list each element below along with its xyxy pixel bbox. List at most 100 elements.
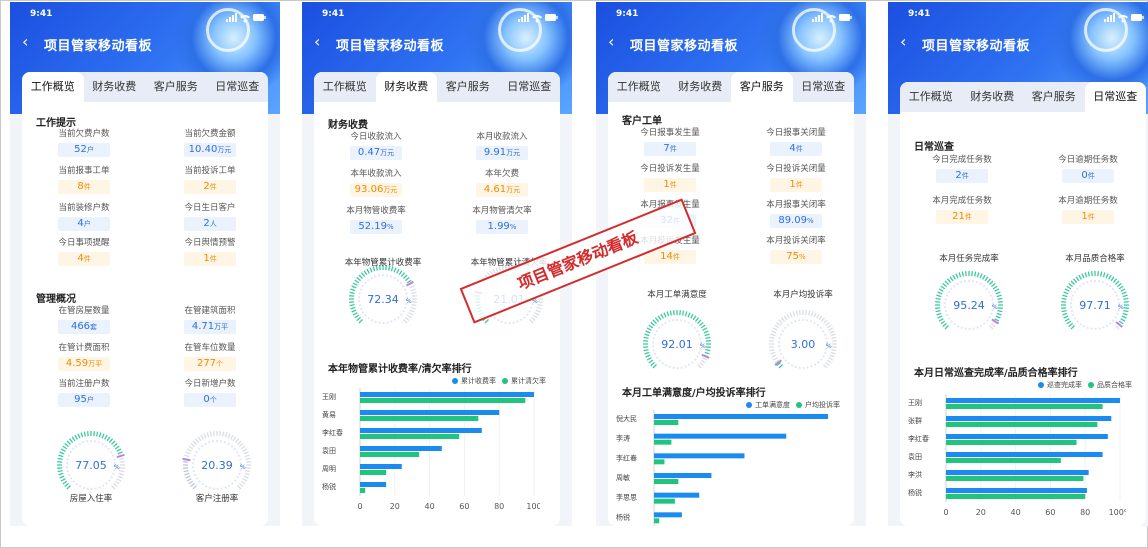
metric-item[interactable]: 今日完成任务数 2件 [910, 154, 1014, 183]
phone-screen-3: 9:41 ‹ 项目管家移动看板 工作概览 财务收费 客户服务 日常巡查 客户工单 今日报事发生量… [596, 2, 866, 526]
gauge-tick [705, 349, 711, 352]
metric-item[interactable]: 当前欠费户数 52户 [32, 128, 136, 157]
gauge-tick [660, 313, 664, 319]
back-arrow-icon[interactable]: ‹ [314, 34, 320, 50]
gauge-tick [704, 333, 710, 337]
gauge-tick [643, 336, 649, 339]
metric-item[interactable]: 本月完成任务数 21件 [910, 195, 1014, 224]
gauge-tick [114, 480, 120, 485]
metric-number: 9.91 [483, 147, 507, 158]
gauge: 20.39% [180, 428, 254, 502]
metric-value: 2件 [936, 169, 988, 183]
gauge-tick [938, 288, 944, 292]
metric-item[interactable]: 本月投诉关闭率 75% [744, 235, 848, 264]
gauge-tick [830, 351, 836, 355]
back-arrow-icon[interactable]: ‹ [900, 34, 906, 50]
metric-item[interactable]: 今日报事发生量 7件 [618, 127, 722, 156]
gauge-tick [1112, 278, 1118, 283]
metric-item[interactable]: 在管车位数量 277个 [158, 342, 262, 371]
gauge-tick [190, 482, 195, 488]
metric-value: 4户 [58, 217, 110, 231]
metric-unit: 件 [964, 213, 972, 221]
gauge-tick [83, 431, 86, 437]
back-arrow-icon[interactable]: ‹ [608, 34, 614, 50]
metric-item[interactable]: 在管计费面积 4.59万平 [32, 342, 136, 371]
back-arrow-icon[interactable]: ‹ [22, 34, 28, 50]
metric-item[interactable]: 当前装修户数 4户 [32, 202, 136, 231]
gauge-tick [349, 291, 355, 294]
tab-2[interactable]: 财务收费 [375, 72, 437, 102]
bar-series1 [946, 416, 1112, 421]
tab-1[interactable]: 工作概览 [900, 82, 962, 112]
metric-item[interactable]: 当前欠费金额 10.40万元 [158, 128, 262, 157]
gauge-tick [104, 434, 108, 440]
metric-label: 今日报事发生量 [640, 128, 700, 138]
metric-item[interactable]: 今日新增户数 0个 [158, 378, 262, 407]
metric-item[interactable]: 今日逾期任务数 0件 [1036, 154, 1140, 183]
gauge-tick [772, 357, 778, 361]
metric-number: 95 [74, 394, 87, 405]
metric-unit: 万元 [217, 146, 232, 154]
gauge-tick [937, 315, 943, 319]
gauge-tick [648, 359, 654, 364]
tab-4[interactable]: 日常巡查 [793, 72, 855, 102]
gauge-tick [938, 318, 944, 322]
metric-item[interactable]: 今日事项提醒 4件 [32, 237, 136, 266]
metric-item[interactable]: 在管房屋数量 466套 [32, 305, 136, 334]
metric-item[interactable]: 本年欠费 4.61万元 [450, 168, 554, 197]
tab-4[interactable]: 日常巡查 [499, 72, 561, 102]
metric-label: 今日舆情预警 [184, 238, 236, 248]
tab-2[interactable]: 财务收费 [670, 72, 732, 102]
tab-4[interactable]: 日常巡查 [1084, 82, 1146, 112]
gauge-tick [654, 317, 660, 322]
metric-item[interactable]: 今日舆情预警 1件 [158, 237, 262, 266]
metric-number: 1.99 [487, 221, 510, 232]
metric-number: 4.61 [483, 184, 507, 195]
tab-3[interactable]: 客户服务 [1023, 82, 1085, 112]
category-label: 袁田 [322, 446, 336, 455]
metric-label: 在管建筑面积 [184, 306, 236, 316]
metric-label: 本年收款流入 [350, 169, 402, 179]
tab-1[interactable]: 工作概览 [314, 72, 376, 102]
gauge-tick [227, 433, 231, 439]
tab-3[interactable]: 客户服务 [145, 72, 207, 102]
metric-item[interactable]: 本月物管清欠率 1.99% [450, 205, 554, 234]
metric-item[interactable]: 今日报事关闭量 4件 [744, 127, 848, 156]
gauge-tick [829, 330, 835, 334]
metric-item[interactable]: 今日投诉关闭量 1件 [744, 163, 848, 192]
gauge-tick [1061, 310, 1067, 313]
gauge-tick [778, 364, 783, 369]
metric-item[interactable]: 今日生日客户 2人 [158, 202, 262, 231]
page-title: 项目管家移动看板 [922, 39, 1031, 54]
gauge-tick [1081, 273, 1085, 279]
metric-item[interactable]: 当前注册户数 95户 [32, 378, 136, 407]
metric-item[interactable]: 本月物管收费率 52.19% [324, 205, 428, 234]
metric-item[interactable]: 今日收款流入 0.47万元 [324, 131, 428, 160]
tab-2[interactable]: 财务收费 [84, 72, 146, 102]
metric-item[interactable]: 本月收款流入 9.91万元 [450, 131, 554, 160]
metric-item[interactable]: 在管建筑面积 4.71万平 [158, 305, 262, 334]
metric-item[interactable]: 当前报事工单 8件 [32, 165, 136, 194]
metric-item[interactable]: 今日投诉发生量 1件 [618, 163, 722, 192]
tab-1[interactable]: 工作概览 [22, 72, 84, 102]
tab-3[interactable]: 客户服务 [731, 72, 793, 102]
section-title: 工作提示 [36, 118, 76, 129]
tab-1[interactable]: 工作概览 [608, 72, 670, 102]
metric-item[interactable]: 本年收款流入 93.06万元 [324, 168, 428, 197]
tab-2[interactable]: 财务收费 [962, 82, 1024, 112]
gauge-tick [537, 304, 543, 307]
category-label: 倪大民 [616, 414, 637, 423]
tab-4[interactable]: 日常巡查 [207, 72, 269, 102]
bar-series2 [360, 488, 366, 493]
metric-item[interactable]: 本月逾期任务数 1件 [1036, 195, 1140, 224]
tab-3[interactable]: 客户服务 [437, 72, 499, 102]
metric-item[interactable]: 本月报事关闭率 89.09% [744, 199, 848, 228]
gauge-tick [1100, 271, 1103, 277]
metric-value: 4.71万平 [184, 320, 236, 334]
metric-unit: 件 [669, 145, 677, 153]
gauge-tick [1121, 291, 1127, 295]
metric-item[interactable]: 当前投诉工单 2件 [158, 165, 262, 194]
bar-series2 [654, 420, 679, 425]
bar-series2 [654, 518, 660, 524]
gauge-tick [1062, 312, 1068, 316]
